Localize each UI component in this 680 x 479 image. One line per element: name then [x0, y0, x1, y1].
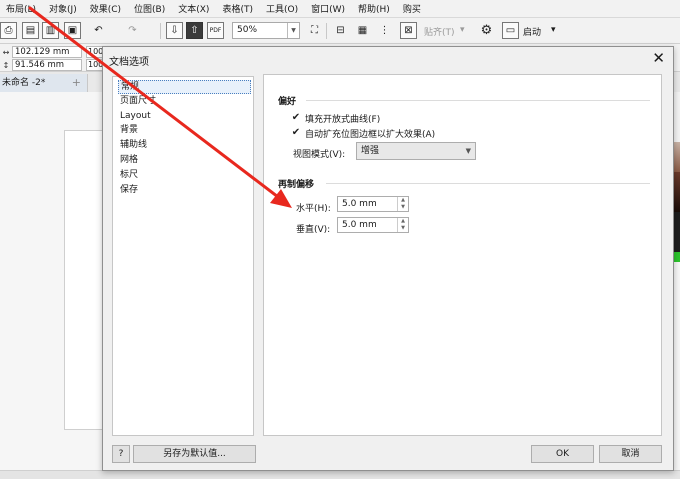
snap-off-icon[interactable]: ⊠ [400, 22, 417, 39]
menu-text[interactable]: 文本(X) [178, 2, 209, 15]
grid-icon[interactable]: ▦ [354, 22, 371, 39]
vertical-offset-spinner[interactable]: 5.0 mm ▲ ▼ [337, 217, 409, 233]
fill-open-curves-label: 填充开放式曲线(F) [305, 114, 381, 125]
nav-item-layout[interactable]: Layout [118, 110, 251, 124]
auto-expand-bitmap-checkbox[interactable]: ✔ 自动扩充位图边框以扩大效果(A) [291, 127, 436, 140]
status-bar [0, 470, 680, 479]
nav-item-save[interactable]: 保存 [118, 184, 251, 198]
launch-icon[interactable]: ▭ [502, 22, 519, 39]
auto-expand-bitmap-label: 自动扩充位图边框以扩大效果(A) [305, 129, 436, 140]
view-mode-value: 增强 [361, 146, 380, 156]
document-tab[interactable]: 未命名 -2* + [0, 74, 88, 92]
spin-down-icon[interactable]: ▼ [398, 204, 408, 211]
menu-layout[interactable]: 布局(L) [6, 2, 36, 15]
redo-icon[interactable]: ↷ [124, 22, 141, 39]
horizontal-offset-value: 5.0 mm [342, 199, 377, 209]
save-as-default-button[interactable]: 另存为默认值... [133, 445, 256, 463]
nav-item-general[interactable]: 常规 [118, 80, 251, 94]
nav-item-guidelines[interactable]: 辅助线 [118, 139, 251, 153]
menu-help[interactable]: 帮助(H) [358, 2, 390, 15]
height-icon: ↕ [2, 60, 10, 70]
pdf-label: PDF [209, 27, 222, 34]
standard-toolbar: ⎙ ▤ ▥ ▣ ↶ ↷ ⇩ ⇧ PDF 50% ▼ ⛶ ⊟ ▦ ⋮ ⊠ 贴齐(T… [0, 18, 680, 44]
fill-open-curves-checkbox[interactable]: ✔ 填充开放式曲线(F) [291, 112, 381, 125]
full-screen-icon[interactable]: ⛶ [306, 22, 323, 39]
menu-bitmaps[interactable]: 位图(B) [134, 2, 165, 15]
section-divider [306, 100, 650, 101]
document-options-dialog: 文档选项 ✕ 常规 页面尺寸 Layout 背景 辅助线 网格 标尺 保存 偏好… [102, 46, 674, 471]
spin-buttons: ▲ ▼ [397, 218, 408, 232]
height-row: ↕ 91.546 mm [0, 59, 82, 71]
close-icon[interactable]: ✕ [652, 49, 665, 67]
page-layout-icon[interactable]: ▤ [22, 22, 39, 39]
menu-buy[interactable]: 购买 [403, 2, 421, 15]
snap-to-dropdown[interactable]: 贴齐(T) [424, 25, 455, 38]
document-tab-label: 未命名 -2* [2, 78, 46, 88]
view-mode-label: 视图模式(V): [293, 150, 346, 160]
menu-tools[interactable]: 工具(O) [266, 2, 298, 15]
undo-icon[interactable]: ↶ [90, 22, 107, 39]
cancel-button[interactable]: 取消 [599, 445, 662, 463]
check-icon: ✔ [291, 127, 301, 138]
height-input[interactable]: 91.546 mm [12, 59, 82, 71]
duplicate-offset-section-title: 再制偏移 [278, 180, 315, 190]
nav-item-rulers[interactable]: 标尺 [118, 169, 251, 183]
horizontal-offset-label: 水平(H): [296, 204, 331, 214]
zoom-value: 50% [237, 25, 258, 35]
width-row: ↔ 102.129 mm [0, 46, 82, 58]
gear-icon[interactable]: ⚙ [478, 22, 495, 39]
pages-icon[interactable]: ▥ [42, 22, 59, 39]
zoom-select[interactable]: 50% ▼ [232, 22, 300, 39]
chevron-down-icon: ▾ [551, 25, 556, 35]
guidelines-icon[interactable]: ⋮ [376, 22, 393, 39]
width-input[interactable]: 102.129 mm [12, 46, 82, 58]
menu-bar: 布局(L) 对象(J) 效果(C) 位图(B) 文本(X) 表格(T) 工具(O… [0, 0, 680, 18]
general-options-panel: 偏好 ✔ 填充开放式曲线(F) ✔ 自动扩充位图边框以扩大效果(A) 视图模式(… [263, 74, 662, 436]
spin-up-icon[interactable]: ▲ [398, 218, 408, 225]
spin-up-icon[interactable]: ▲ [398, 197, 408, 204]
view-mode-select[interactable]: 增强 ▼ [356, 142, 476, 160]
menu-object[interactable]: 对象(J) [49, 2, 77, 15]
import-icon[interactable]: ⇩ [166, 22, 183, 39]
vertical-offset-label: 垂直(V): [296, 225, 331, 235]
nav-item-background[interactable]: 背景 [118, 124, 251, 138]
width-icon: ↔ [2, 47, 10, 57]
menu-window[interactable]: 窗口(W) [311, 2, 345, 15]
check-icon: ✔ [291, 112, 301, 123]
options-nav-tree: 常规 页面尺寸 Layout 背景 辅助线 网格 标尺 保存 [112, 76, 254, 436]
preferences-section-title: 偏好 [278, 97, 297, 107]
spin-buttons: ▲ ▼ [397, 197, 408, 211]
menu-effects[interactable]: 效果(C) [90, 2, 121, 15]
help-button[interactable]: ? [112, 445, 130, 463]
print-icon[interactable]: ⎙ [0, 22, 17, 39]
export-icon[interactable]: ⇧ [186, 22, 203, 39]
horizontal-offset-spinner[interactable]: 5.0 mm ▲ ▼ [337, 196, 409, 212]
launch-button[interactable]: 启动 [523, 25, 541, 38]
menu-table[interactable]: 表格(T) [222, 2, 253, 15]
ok-button[interactable]: OK [531, 445, 594, 463]
rulers-icon[interactable]: ⊟ [332, 22, 349, 39]
add-document-icon[interactable]: + [72, 74, 81, 92]
chevron-down-icon: ▾ [460, 25, 465, 35]
nav-item-grid[interactable]: 网格 [118, 154, 251, 168]
nav-item-page-size[interactable]: 页面尺寸 [118, 95, 251, 109]
dialog-title: 文档选项 [109, 57, 149, 68]
copy-icon[interactable]: ▣ [64, 22, 81, 39]
chevron-down-icon: ▼ [465, 147, 471, 155]
vertical-offset-value: 5.0 mm [342, 220, 377, 230]
section-divider [326, 183, 650, 184]
chevron-down-icon: ▼ [287, 23, 299, 38]
pdf-icon[interactable]: PDF [207, 22, 224, 39]
spin-down-icon[interactable]: ▼ [398, 225, 408, 232]
